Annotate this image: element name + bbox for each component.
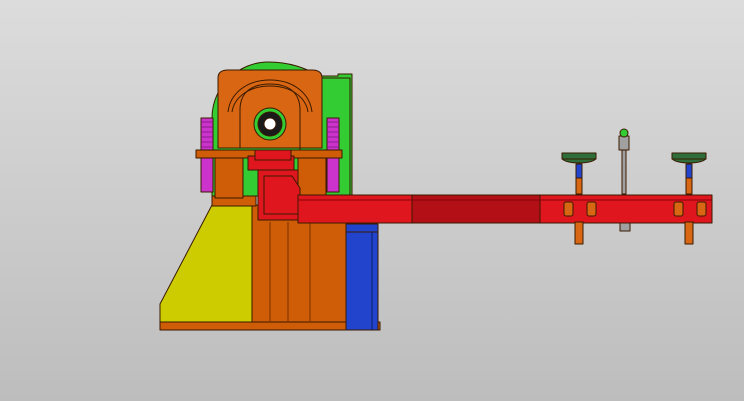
bearing-hub bbox=[263, 117, 277, 131]
cad-viewport[interactable] bbox=[0, 0, 744, 401]
sensor-tip bbox=[619, 128, 629, 138]
blue-column[interactable] bbox=[345, 223, 379, 331]
beam-dark-section bbox=[411, 194, 541, 224]
cad-model-drawing bbox=[0, 0, 744, 401]
